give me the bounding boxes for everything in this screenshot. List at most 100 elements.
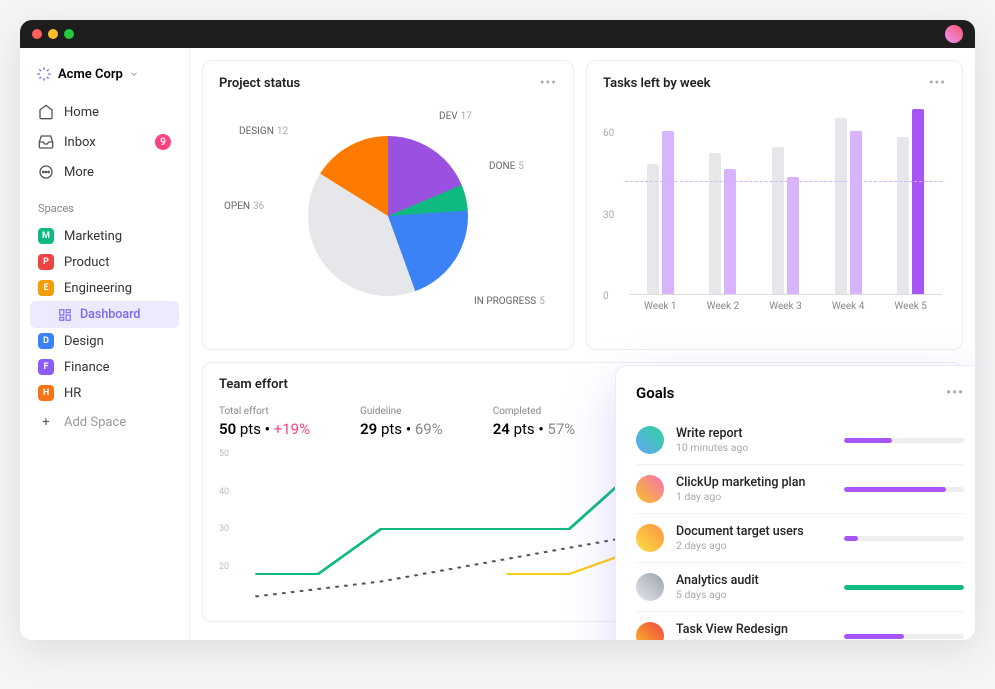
nav-home[interactable]: Home <box>30 98 179 126</box>
sidebar-space-design[interactable]: D Design <box>30 328 179 354</box>
bar-ytick: 60 <box>603 128 614 139</box>
sidebar-space-hr[interactable]: HHR <box>30 380 179 406</box>
bar <box>787 177 799 294</box>
sidebar-space-engineering[interactable]: E Engineering <box>30 275 179 301</box>
bar <box>772 147 784 294</box>
stat-total: Total effort 50 pts • +19% <box>219 406 310 438</box>
card-more-button[interactable]: ••• <box>540 75 557 91</box>
goal-avatar <box>636 622 664 640</box>
stat-completed: Completed 24 pts • 57% <box>493 406 576 438</box>
bar-guideline <box>625 181 942 182</box>
pie-label-in-progress: IN PROGRESS5 <box>474 296 545 307</box>
goal-time: 14 days ago <box>676 637 832 640</box>
bar-group <box>647 131 674 294</box>
sidebar-dashboard[interactable]: Dashboard <box>30 301 179 328</box>
line-ytick: 50 <box>219 449 229 459</box>
space-label: Design <box>64 334 104 349</box>
inbox-badge: 9 <box>155 134 171 150</box>
goal-avatar <box>636 573 664 601</box>
goal-name: Write report <box>676 426 832 441</box>
space-icon: H <box>38 385 54 401</box>
goals-panel: Goals ••• Write report10 minutes ago Cli… <box>615 365 975 640</box>
maximize-window-button[interactable] <box>64 29 74 39</box>
line-ytick: 30 <box>219 524 229 534</box>
chevron-down-icon <box>129 69 139 79</box>
bar-xlabel: Week 3 <box>769 301 802 312</box>
workspace-switcher[interactable]: Acme Corp <box>30 62 179 86</box>
sidebar-space-marketing[interactable]: M Marketing <box>30 223 179 249</box>
sidebar: Acme Corp Home Inbox 9 More Spaces M Mark… <box>20 48 190 640</box>
goal-name: ClickUp marketing plan <box>676 475 832 490</box>
goal-item[interactable]: ClickUp marketing plan1 day ago <box>636 465 964 514</box>
space-icon: D <box>38 333 54 349</box>
card-more-button[interactable]: ••• <box>929 75 946 91</box>
bar-group <box>835 118 862 294</box>
nav-more[interactable]: More <box>30 158 179 186</box>
space-label: Engineering <box>64 281 132 296</box>
titlebar <box>20 20 975 48</box>
goal-name: Document target users <box>676 524 832 539</box>
minimize-window-button[interactable] <box>48 29 58 39</box>
workspace-name: Acme Corp <box>58 67 123 82</box>
goal-time: 1 day ago <box>676 490 832 503</box>
space-icon: E <box>38 280 54 296</box>
bar-ytick: 0 <box>603 291 609 302</box>
bar <box>897 137 909 294</box>
dashboard-label: Dashboard <box>80 307 140 322</box>
goal-progress <box>844 438 964 443</box>
space-label: Marketing <box>64 229 122 244</box>
goal-avatar <box>636 524 664 552</box>
stat-label: Guideline <box>360 406 443 417</box>
home-icon <box>38 104 54 120</box>
spaces-section-label: Spaces <box>30 188 179 221</box>
goals-title: Goals <box>636 384 674 402</box>
stat-label: Completed <box>493 406 576 417</box>
sidebar-space-finance[interactable]: FFinance <box>30 354 179 380</box>
space-icon: M <box>38 228 54 244</box>
space-icon: F <box>38 359 54 375</box>
pie-label-open: OPEN36 <box>224 201 264 212</box>
goal-progress <box>844 634 964 639</box>
bar <box>709 153 721 294</box>
pie-label-design: DESIGN12 <box>239 126 288 137</box>
goal-avatar <box>636 475 664 503</box>
bar-chart: 0 30 60 Week 1 Week 2 Week 3 Week 4 Week 5 <box>603 101 946 311</box>
nav-inbox[interactable]: Inbox 9 <box>30 128 179 156</box>
more-icon <box>38 164 54 180</box>
bar-xlabel: Week 5 <box>894 301 927 312</box>
bar-group <box>772 147 799 294</box>
dashboard-icon <box>58 308 72 322</box>
goal-progress <box>844 585 964 590</box>
space-label: Product <box>64 255 109 270</box>
bar <box>647 164 659 294</box>
bar <box>724 169 736 294</box>
bar-xlabel: Week 4 <box>832 301 865 312</box>
user-avatar[interactable] <box>945 25 963 43</box>
goal-progress <box>844 536 964 541</box>
pie-label-dev: DEV17 <box>439 111 472 122</box>
bar-xlabel: Week 2 <box>707 301 740 312</box>
bar-ytick: 30 <box>603 210 614 221</box>
goal-time: 5 days ago <box>676 588 832 601</box>
app-window: Acme Corp Home Inbox 9 More Spaces M Mark… <box>20 20 975 640</box>
goal-item[interactable]: Document target users2 days ago <box>636 514 964 563</box>
sidebar-space-product[interactable]: P Product <box>30 249 179 275</box>
line-ytick: 20 <box>219 562 229 572</box>
goal-item[interactable]: Write report10 minutes ago <box>636 416 964 465</box>
plus-icon: + <box>38 414 54 430</box>
bar-xlabel: Week 1 <box>644 301 677 312</box>
add-space-button[interactable]: + Add Space <box>30 408 179 436</box>
goal-item[interactable]: Task View Redesign14 days ago <box>636 612 964 640</box>
add-space-label: Add Space <box>64 415 126 430</box>
project-status-card: Project status ••• DEV17DONE5IN PROGRESS… <box>202 60 574 350</box>
nav-label: More <box>64 165 94 180</box>
goal-item[interactable]: Analytics audit5 days ago <box>636 563 964 612</box>
bar <box>912 109 924 294</box>
goal-avatar <box>636 426 664 454</box>
nav-label: Home <box>64 105 99 120</box>
stat-label: Total effort <box>219 406 310 417</box>
close-window-button[interactable] <box>32 29 42 39</box>
space-icon: P <box>38 254 54 270</box>
goal-progress <box>844 487 964 492</box>
goals-more-button[interactable]: ••• <box>946 385 964 401</box>
